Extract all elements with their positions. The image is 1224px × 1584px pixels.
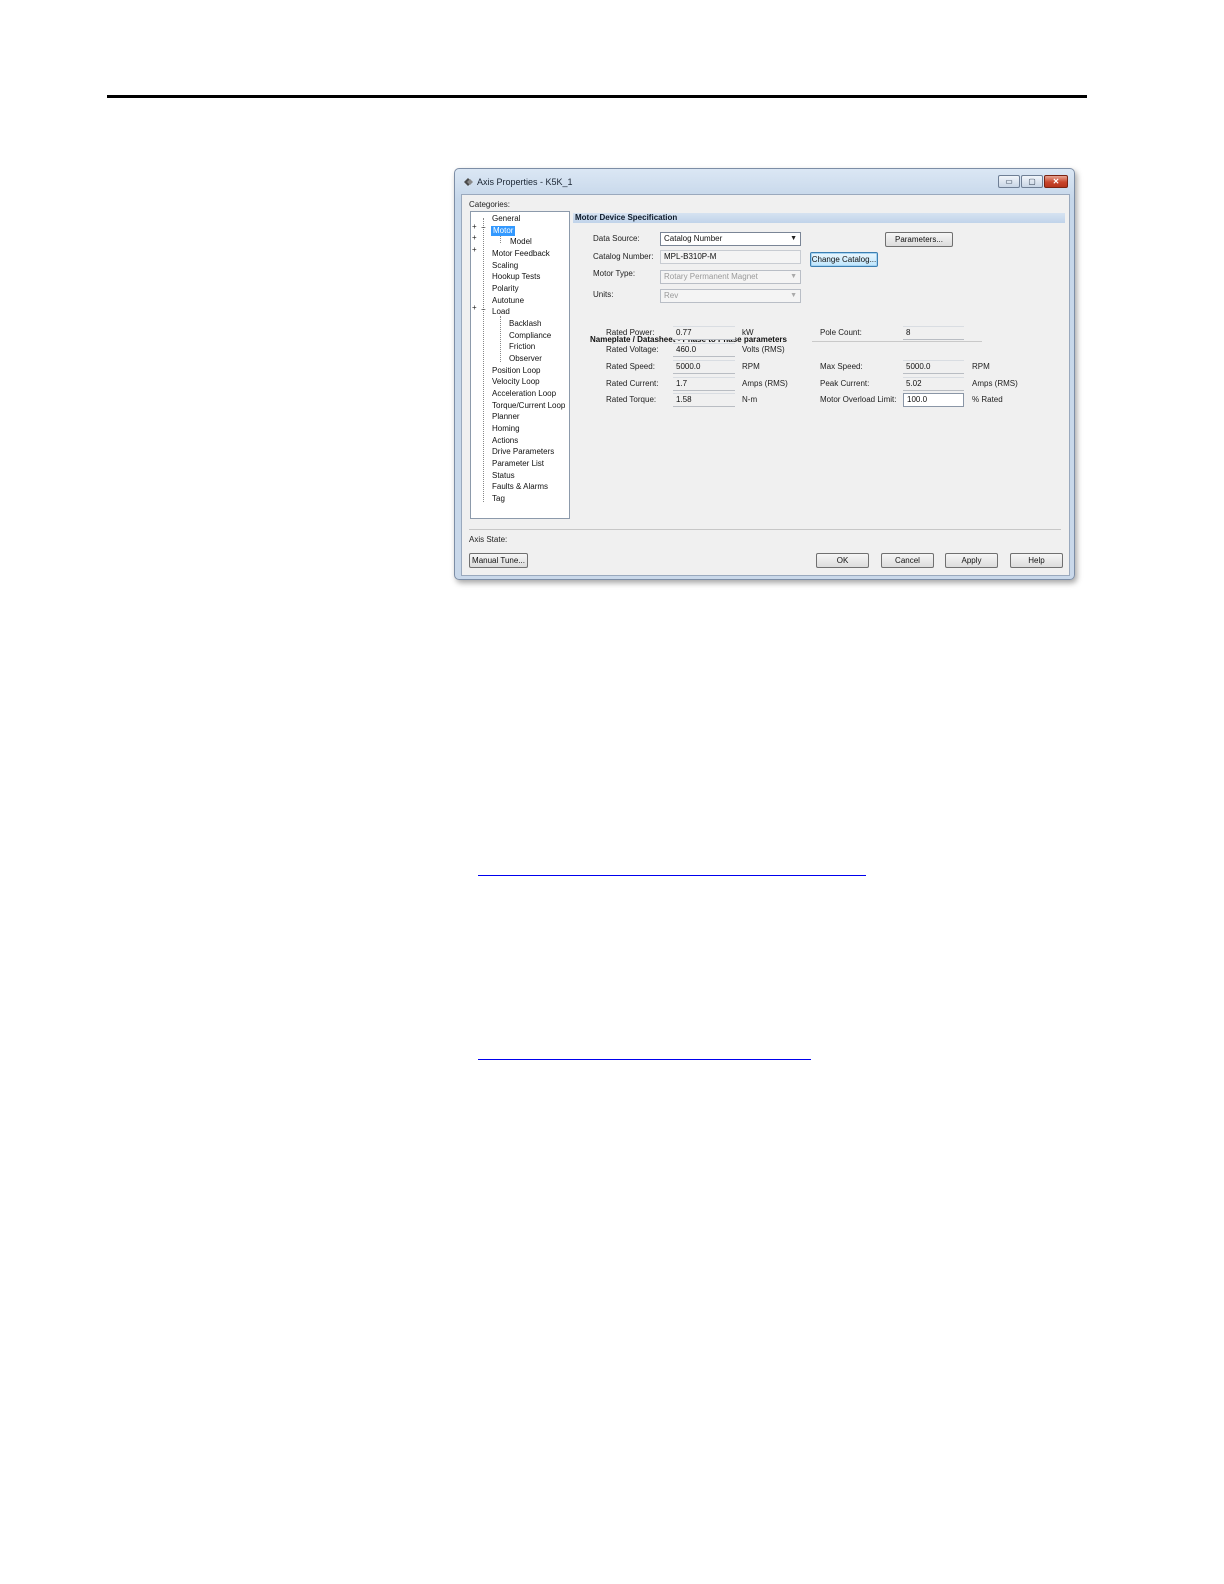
expand-plus-icon[interactable]: + (472, 223, 477, 231)
rated-torque-unit: N-m (742, 395, 758, 404)
tree-item-homing[interactable]: Homing (492, 424, 520, 434)
motor-overload-limit-label: Motor Overload Limit: (820, 395, 897, 404)
tree-item-status[interactable]: Status (492, 471, 515, 481)
max-speed-unit: RPM (972, 362, 990, 371)
tree-item-position-loop[interactable]: Position Loop (492, 366, 540, 376)
tree-item-planner[interactable]: Planner (492, 412, 520, 422)
motor-type-select[interactable]: Rotary Permanent Magnet ▼ (660, 270, 801, 284)
rated-voltage-field[interactable]: 460.0 (673, 343, 735, 357)
tree-item-motor[interactable]: Motor (491, 226, 516, 236)
apply-button[interactable]: Apply (945, 553, 998, 568)
max-speed-field[interactable]: 5000.0 (903, 360, 964, 374)
motor-type-value: Rotary Permanent Magnet (664, 272, 758, 281)
app-icon (464, 178, 473, 186)
tree-item-load[interactable]: Load (492, 307, 510, 317)
axis-properties-window: Axis Properties - K5K_1 ▭ ▢ ✕ Categories… (454, 168, 1075, 580)
rated-speed-field[interactable]: 5000.0 (673, 360, 735, 374)
categories-tree[interactable]: + − + + + − General Motor Model Motor Fe… (470, 211, 570, 519)
tree-item-faults-alarms[interactable]: Faults & Alarms (492, 482, 548, 492)
dropdown-arrow-icon: ▼ (790, 235, 797, 242)
window-title: Axis Properties - K5K_1 (477, 177, 573, 187)
hyperlink-underline[interactable] (478, 1059, 811, 1060)
tree-item-general[interactable]: General (492, 214, 520, 224)
rated-voltage-unit: Volts (RMS) (742, 345, 785, 354)
rated-speed-unit: RPM (742, 362, 760, 371)
tree-item-friction[interactable]: Friction (509, 342, 535, 352)
peak-current-unit: Amps (RMS) (972, 379, 1018, 388)
tree-item-model[interactable]: Model (510, 237, 532, 247)
pole-count-field[interactable]: 8 (903, 326, 964, 340)
expand-plus-icon[interactable]: + (472, 304, 477, 312)
catalog-number-field[interactable]: MPL-B310P-M (660, 250, 801, 264)
panel-header: Motor Device Specification (573, 213, 1065, 223)
dialog-client: Categories: + − + + + − General Motor Mo… (461, 194, 1070, 576)
tree-item-velocity-loop[interactable]: Velocity Loop (492, 377, 540, 387)
collapse-minus-icon[interactable]: − (481, 224, 486, 232)
tree-item-tag[interactable]: Tag (492, 494, 505, 504)
rated-power-unit: kW (742, 328, 754, 337)
units-label: Units: (593, 290, 614, 299)
tree-item-motor-feedback[interactable]: Motor Feedback (492, 249, 550, 259)
motor-overload-limit-unit: % Rated (972, 395, 1003, 404)
motor-overload-limit-input[interactable]: 100.0 (903, 393, 964, 407)
units-select[interactable]: Rev ▼ (660, 289, 801, 303)
change-catalog-button[interactable]: Change Catalog... (810, 252, 878, 267)
pole-count-label: Pole Count: (820, 328, 862, 337)
rated-torque-field[interactable]: 1.58 (673, 393, 735, 407)
tree-item-polarity[interactable]: Polarity (492, 284, 519, 294)
nameplate-group-line (812, 341, 982, 342)
title-bar[interactable]: Axis Properties - K5K_1 ▭ ▢ ✕ (455, 169, 1074, 195)
catalog-number-label: Catalog Number: (593, 252, 654, 261)
units-value: Rev (664, 291, 679, 300)
data-source-label: Data Source: (593, 234, 640, 243)
rated-current-label: Rated Current: (606, 379, 659, 388)
tree-item-compliance[interactable]: Compliance (509, 331, 551, 341)
tree-item-scaling[interactable]: Scaling (492, 261, 518, 271)
tree-item-backlash[interactable]: Backlash (509, 319, 541, 329)
hyperlink-underline[interactable] (478, 875, 866, 876)
tree-item-hookup-tests[interactable]: Hookup Tests (492, 272, 540, 282)
rated-speed-label: Rated Speed: (606, 362, 655, 371)
dropdown-arrow-icon: ▼ (790, 292, 797, 299)
tree-branch-line (500, 316, 501, 362)
peak-current-field[interactable]: 5.02 (903, 377, 964, 391)
axis-state-label: Axis State: (469, 535, 508, 544)
data-source-select[interactable]: Catalog Number ▼ (660, 232, 801, 246)
parameters-button[interactable]: Parameters... (885, 232, 953, 247)
help-button[interactable]: Help (1010, 553, 1063, 568)
tree-item-parameter-list[interactable]: Parameter List (492, 459, 544, 469)
tree-item-acceleration-loop[interactable]: Acceleration Loop (492, 389, 556, 399)
expand-plus-icon[interactable]: + (472, 246, 477, 254)
ok-button[interactable]: OK (816, 553, 869, 568)
data-source-value: Catalog Number (664, 234, 723, 243)
close-button[interactable]: ✕ (1044, 175, 1068, 188)
rated-power-label: Rated Power: (606, 328, 655, 337)
collapse-minus-icon[interactable]: − (481, 306, 486, 314)
rated-voltage-label: Rated Voltage: (606, 345, 659, 354)
minimize-button[interactable]: ▭ (998, 175, 1020, 188)
manual-tune-button[interactable]: Manual Tune... (469, 553, 528, 568)
tree-item-torque-current-loop[interactable]: Torque/Current Loop (492, 401, 565, 411)
motor-type-label: Motor Type: (593, 269, 636, 278)
rated-current-field[interactable]: 1.7 (673, 377, 735, 391)
tree-trunk-line (483, 218, 484, 502)
expand-plus-icon[interactable]: + (472, 234, 477, 242)
rated-power-field[interactable]: 0.77 (673, 326, 735, 340)
cancel-button[interactable]: Cancel (881, 553, 934, 568)
tree-item-autotune[interactable]: Autotune (492, 296, 524, 306)
dropdown-arrow-icon: ▼ (790, 273, 797, 280)
tree-item-drive-parameters[interactable]: Drive Parameters (492, 447, 554, 457)
categories-label: Categories: (469, 200, 510, 209)
rated-current-unit: Amps (RMS) (742, 379, 788, 388)
peak-current-label: Peak Current: (820, 379, 870, 388)
tree-item-observer[interactable]: Observer (509, 354, 542, 364)
max-speed-label: Max Speed: (820, 362, 863, 371)
footer-separator (469, 529, 1061, 530)
rated-torque-label: Rated Torque: (606, 395, 657, 404)
maximize-button[interactable]: ▢ (1021, 175, 1043, 188)
page-top-rule (107, 95, 1087, 98)
tree-item-actions[interactable]: Actions (492, 436, 518, 446)
